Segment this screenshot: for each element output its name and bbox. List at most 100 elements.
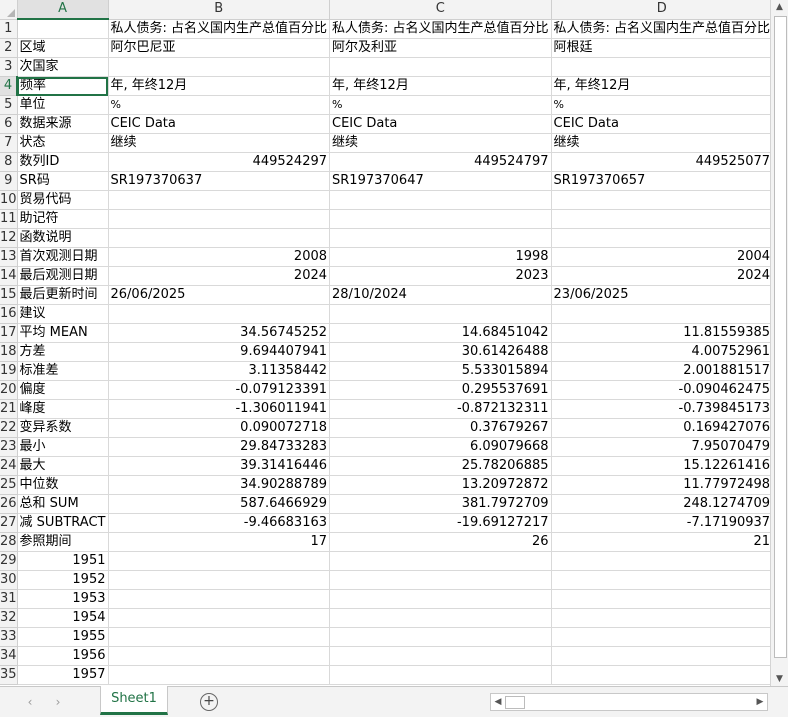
cell-c1[interactable]: 私人债务: 占名义国内生产总值百分比: [329, 19, 552, 39]
cell-a10[interactable]: 贸易代码: [17, 190, 109, 210]
cell-d2[interactable]: 阿根廷: [551, 38, 770, 58]
cell-a29[interactable]: 1951: [17, 551, 109, 571]
row-header[interactable]: 33: [0, 627, 18, 647]
cell-a6[interactable]: 数据来源: [17, 114, 109, 134]
cell-b21[interactable]: -1.306011941: [108, 399, 331, 419]
row-header[interactable]: 2: [0, 38, 18, 58]
cell-c34[interactable]: [329, 646, 552, 666]
cell-b10[interactable]: [108, 190, 331, 210]
cell-d32[interactable]: [551, 608, 770, 628]
row-header[interactable]: 13: [0, 247, 18, 267]
column-header-a[interactable]: A: [17, 0, 109, 20]
cell-d19[interactable]: 2.001881517: [551, 361, 770, 381]
cell-c4[interactable]: 年, 年终12月: [329, 76, 552, 96]
cell-a22[interactable]: 变异系数: [17, 418, 109, 438]
row-header[interactable]: 5: [0, 95, 18, 115]
cell-b15[interactable]: 26/06/2025: [108, 285, 331, 305]
cell-a19[interactable]: 标准差: [17, 361, 109, 381]
cell-a9[interactable]: SR码: [17, 171, 109, 191]
cell-a7[interactable]: 状态: [17, 133, 109, 153]
row-header[interactable]: 1: [0, 19, 18, 39]
row-header[interactable]: 16: [0, 304, 18, 324]
scroll-left-icon[interactable]: ◀: [491, 694, 505, 710]
cell-c25[interactable]: 13.20972872: [329, 475, 552, 495]
cell-d8[interactable]: 449525077: [551, 152, 770, 172]
cell-c30[interactable]: [329, 570, 552, 590]
row-header[interactable]: 8: [0, 152, 18, 172]
cell-d18[interactable]: 4.00752961: [551, 342, 770, 362]
cell-d21[interactable]: -0.739845173: [551, 399, 770, 419]
cell-d31[interactable]: [551, 589, 770, 609]
cell-c10[interactable]: [329, 190, 552, 210]
cell-c11[interactable]: [329, 209, 552, 229]
cell-c2[interactable]: 阿尔及利亚: [329, 38, 552, 58]
row-header[interactable]: 30: [0, 570, 18, 590]
cell-b16[interactable]: [108, 304, 331, 324]
column-header-c[interactable]: C: [329, 0, 552, 20]
cell-b12[interactable]: [108, 228, 331, 248]
cell-b31[interactable]: [108, 589, 331, 609]
cell-a17[interactable]: 平均 MEAN: [17, 323, 109, 343]
cell-d26[interactable]: 248.1274709: [551, 494, 770, 514]
column-header-b[interactable]: B: [108, 0, 331, 20]
row-header[interactable]: 20: [0, 380, 18, 400]
cell-c23[interactable]: 6.09079668: [329, 437, 552, 457]
cell-d23[interactable]: 7.95070479: [551, 437, 770, 457]
row-header[interactable]: 34: [0, 646, 18, 666]
cell-d6[interactable]: CEIC Data: [551, 114, 770, 134]
cell-d25[interactable]: 11.77972498: [551, 475, 770, 495]
cell-c13[interactable]: 1998: [329, 247, 552, 267]
row-header[interactable]: 12: [0, 228, 18, 248]
row-header[interactable]: 28: [0, 532, 18, 552]
cell-b13[interactable]: 2008: [108, 247, 331, 267]
cell-c31[interactable]: [329, 589, 552, 609]
cell-c17[interactable]: 14.68451042: [329, 323, 552, 343]
cell-b4[interactable]: 年, 年终12月: [108, 76, 331, 96]
cell-a4[interactable]: 频率: [17, 76, 109, 96]
cell-a24[interactable]: 最大: [17, 456, 109, 476]
cell-c15[interactable]: 28/10/2024: [329, 285, 552, 305]
cell-d13[interactable]: 2004: [551, 247, 770, 267]
cell-b5[interactable]: %: [108, 95, 331, 115]
cell-d15[interactable]: 23/06/2025: [551, 285, 770, 305]
cell-a15[interactable]: 最后更新时间: [17, 285, 109, 305]
cell-d35[interactable]: [551, 665, 770, 685]
cell-d10[interactable]: [551, 190, 770, 210]
cell-a33[interactable]: 1955: [17, 627, 109, 647]
cell-c35[interactable]: [329, 665, 552, 685]
cell-a5[interactable]: 单位: [17, 95, 109, 115]
select-all-corner[interactable]: [0, 0, 18, 20]
cell-a31[interactable]: 1953: [17, 589, 109, 609]
cell-d30[interactable]: [551, 570, 770, 590]
cell-c7[interactable]: 继续: [329, 133, 552, 153]
cell-d11[interactable]: [551, 209, 770, 229]
cell-b35[interactable]: [108, 665, 331, 685]
cell-a14[interactable]: 最后观测日期: [17, 266, 109, 286]
row-header[interactable]: 14: [0, 266, 18, 286]
cell-c9[interactable]: SR197370647: [329, 171, 552, 191]
cell-d28[interactable]: 21: [551, 532, 770, 552]
cell-d5[interactable]: %: [551, 95, 770, 115]
cell-a18[interactable]: 方差: [17, 342, 109, 362]
cell-c3[interactable]: [329, 57, 552, 77]
cell-b8[interactable]: 449524297: [108, 152, 331, 172]
cell-d14[interactable]: 2024: [551, 266, 770, 286]
cell-c29[interactable]: [329, 551, 552, 571]
cell-d34[interactable]: [551, 646, 770, 666]
cell-c8[interactable]: 449524797: [329, 152, 552, 172]
cell-b2[interactable]: 阿尔巴尼亚: [108, 38, 331, 58]
cell-c21[interactable]: -0.872132311: [329, 399, 552, 419]
row-header[interactable]: 9: [0, 171, 18, 191]
cell-a21[interactable]: 峰度: [17, 399, 109, 419]
vertical-scrollbar[interactable]: ▲ ▼: [770, 0, 788, 686]
cell-d7[interactable]: 继续: [551, 133, 770, 153]
cell-c28[interactable]: 26: [329, 532, 552, 552]
row-header[interactable]: 22: [0, 418, 18, 438]
cell-d20[interactable]: -0.090462475: [551, 380, 770, 400]
cell-a16[interactable]: 建议: [17, 304, 109, 324]
cell-b25[interactable]: 34.90288789: [108, 475, 331, 495]
vertical-scroll-thumb[interactable]: [774, 16, 787, 658]
cell-a32[interactable]: 1954: [17, 608, 109, 628]
cell-b23[interactable]: 29.84733283: [108, 437, 331, 457]
row-header[interactable]: 31: [0, 589, 18, 609]
